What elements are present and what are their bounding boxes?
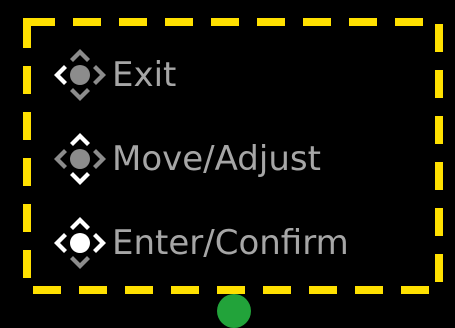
legend-item-exit: Exit bbox=[48, 45, 176, 105]
legend-label-move-adjust: Move/Adjust bbox=[112, 139, 321, 179]
joystick-up-down-icon bbox=[54, 133, 106, 185]
joystick-center-press-icon bbox=[54, 217, 106, 269]
legend-label-enter-confirm: Enter/Confirm bbox=[112, 223, 349, 263]
legend-item-move-adjust: Move/Adjust bbox=[48, 129, 321, 189]
joystick-left-press-icon bbox=[54, 49, 106, 101]
legend-item-enter-confirm: Enter/Confirm bbox=[48, 213, 349, 273]
legend-label-exit: Exit bbox=[112, 55, 177, 95]
status-indicator-dot bbox=[217, 294, 251, 328]
